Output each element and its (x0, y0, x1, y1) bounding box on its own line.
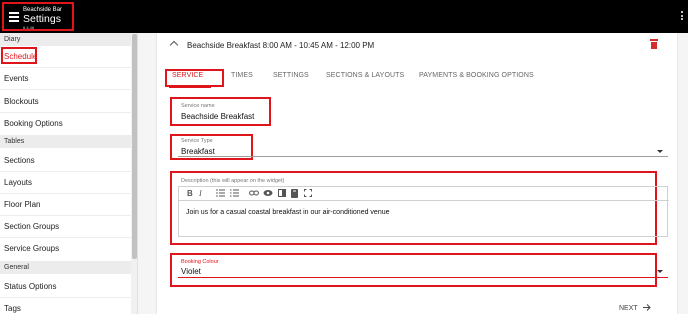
tab-times[interactable]: TIMES (231, 72, 253, 79)
tab-payments-booking-options[interactable]: PAYMENTS & BOOKING OPTIONS (419, 72, 534, 79)
editor-toolbar: B I (179, 187, 669, 201)
sidebar-item-status-options[interactable]: Status Options (0, 282, 131, 291)
service-tabs: SERVICE TIMES SETTINGS SECTIONS & LAYOUT… (157, 69, 677, 88)
app-root: Beachside Bar Settings 6.4.46 Diary Sche… (0, 0, 688, 314)
settings-sidebar: Diary Schedule Events Blockouts Booking … (0, 33, 138, 314)
divider (0, 89, 131, 90)
top-app-bar: Beachside Bar Settings 6.4.46 (0, 0, 688, 33)
sidebar-section-diary: Diary (0, 33, 131, 46)
fullscreen-icon[interactable] (304, 189, 312, 198)
sidebar-item-layouts[interactable]: Layouts (0, 178, 131, 187)
arrow-right-icon (642, 304, 651, 311)
bold-icon[interactable]: B (187, 189, 193, 198)
link-icon[interactable] (249, 189, 259, 198)
italic-icon[interactable]: I (199, 189, 202, 198)
divider (0, 112, 131, 113)
sidebar-section-tables: Tables (0, 135, 131, 148)
service-type-label: Service Type (181, 138, 213, 144)
divider (0, 67, 131, 68)
sidebar-item-schedule[interactable]: Schedule (0, 52, 131, 61)
numbered-list-icon[interactable] (230, 189, 239, 198)
active-tab-indicator (169, 86, 211, 88)
sidebar-item-booking-options[interactable]: Booking Options (0, 119, 131, 128)
hamburger-menu-icon[interactable] (9, 12, 19, 22)
app-title: Settings (23, 13, 61, 25)
divider (0, 193, 131, 194)
sidebar-section-general: General (0, 261, 131, 274)
scrollbar-thumb[interactable] (132, 34, 137, 259)
service-type-select[interactable]: Breakfast (181, 147, 215, 156)
service-type-underline (178, 156, 668, 157)
app-version: 6.4.46 (23, 25, 35, 30)
divider (0, 297, 131, 298)
description-text[interactable]: Join us for a casual coastal breakfast i… (186, 209, 390, 216)
service-name-label: Service name (181, 103, 215, 109)
sidebar-scrollbar[interactable] (131, 33, 137, 314)
sidebar-item-blockouts[interactable]: Blockouts (0, 97, 131, 106)
booking-colour-select[interactable]: Violet (181, 267, 201, 276)
sidebar-item-tags[interactable]: Tags (0, 304, 131, 313)
guide-book-icon[interactable] (291, 189, 298, 198)
preview-eye-icon[interactable] (263, 189, 273, 198)
side-by-side-icon[interactable] (278, 189, 286, 198)
booking-colour-underline (178, 277, 668, 278)
service-name-input[interactable]: Beachside Breakfast (181, 112, 254, 121)
sidebar-item-service-groups[interactable]: Service Groups (0, 244, 131, 253)
service-panel-header[interactable]: Beachside Breakfast 8:00 AM - 10:45 AM -… (157, 33, 677, 57)
service-card: Beachside Breakfast 8:00 AM - 10:45 AM -… (157, 33, 677, 314)
service-header-title: Beachside Breakfast 8:00 AM - 10:45 AM -… (187, 41, 375, 50)
description-editor[interactable]: B I Join us for a casual coastal breakfa… (178, 186, 669, 237)
sidebar-item-floor-plan[interactable]: Floor Plan (0, 200, 131, 209)
more-vertical-icon[interactable] (680, 11, 684, 23)
tab-settings[interactable]: SETTINGS (273, 72, 309, 79)
sidebar-item-sections[interactable]: Sections (0, 156, 131, 165)
delete-icon[interactable] (650, 39, 658, 49)
bulleted-list-icon[interactable] (216, 189, 225, 198)
next-label: NEXT (619, 305, 638, 312)
chevron-up-icon[interactable] (169, 40, 179, 50)
next-button[interactable]: NEXT (619, 304, 651, 312)
description-label: Description (this will appear on the wid… (181, 178, 285, 184)
main-content: Beachside Breakfast 8:00 AM - 10:45 AM -… (138, 33, 688, 314)
divider (0, 171, 131, 172)
booking-colour-label: Booking Colour (181, 259, 219, 265)
sidebar-item-events[interactable]: Events (0, 74, 131, 83)
tab-sections-layouts[interactable]: SECTIONS & LAYOUTS (326, 72, 404, 79)
sidebar-item-section-groups[interactable]: Section Groups (0, 222, 131, 231)
divider (0, 215, 131, 216)
dropdown-arrow-icon[interactable] (657, 270, 663, 273)
dropdown-arrow-icon[interactable] (657, 150, 663, 153)
tab-service[interactable]: SERVICE (172, 72, 203, 79)
divider (0, 237, 131, 238)
booking-colour-highlight (170, 253, 657, 287)
brand-menu-button[interactable]: Beachside Bar Settings 6.4.46 (2, 2, 74, 31)
